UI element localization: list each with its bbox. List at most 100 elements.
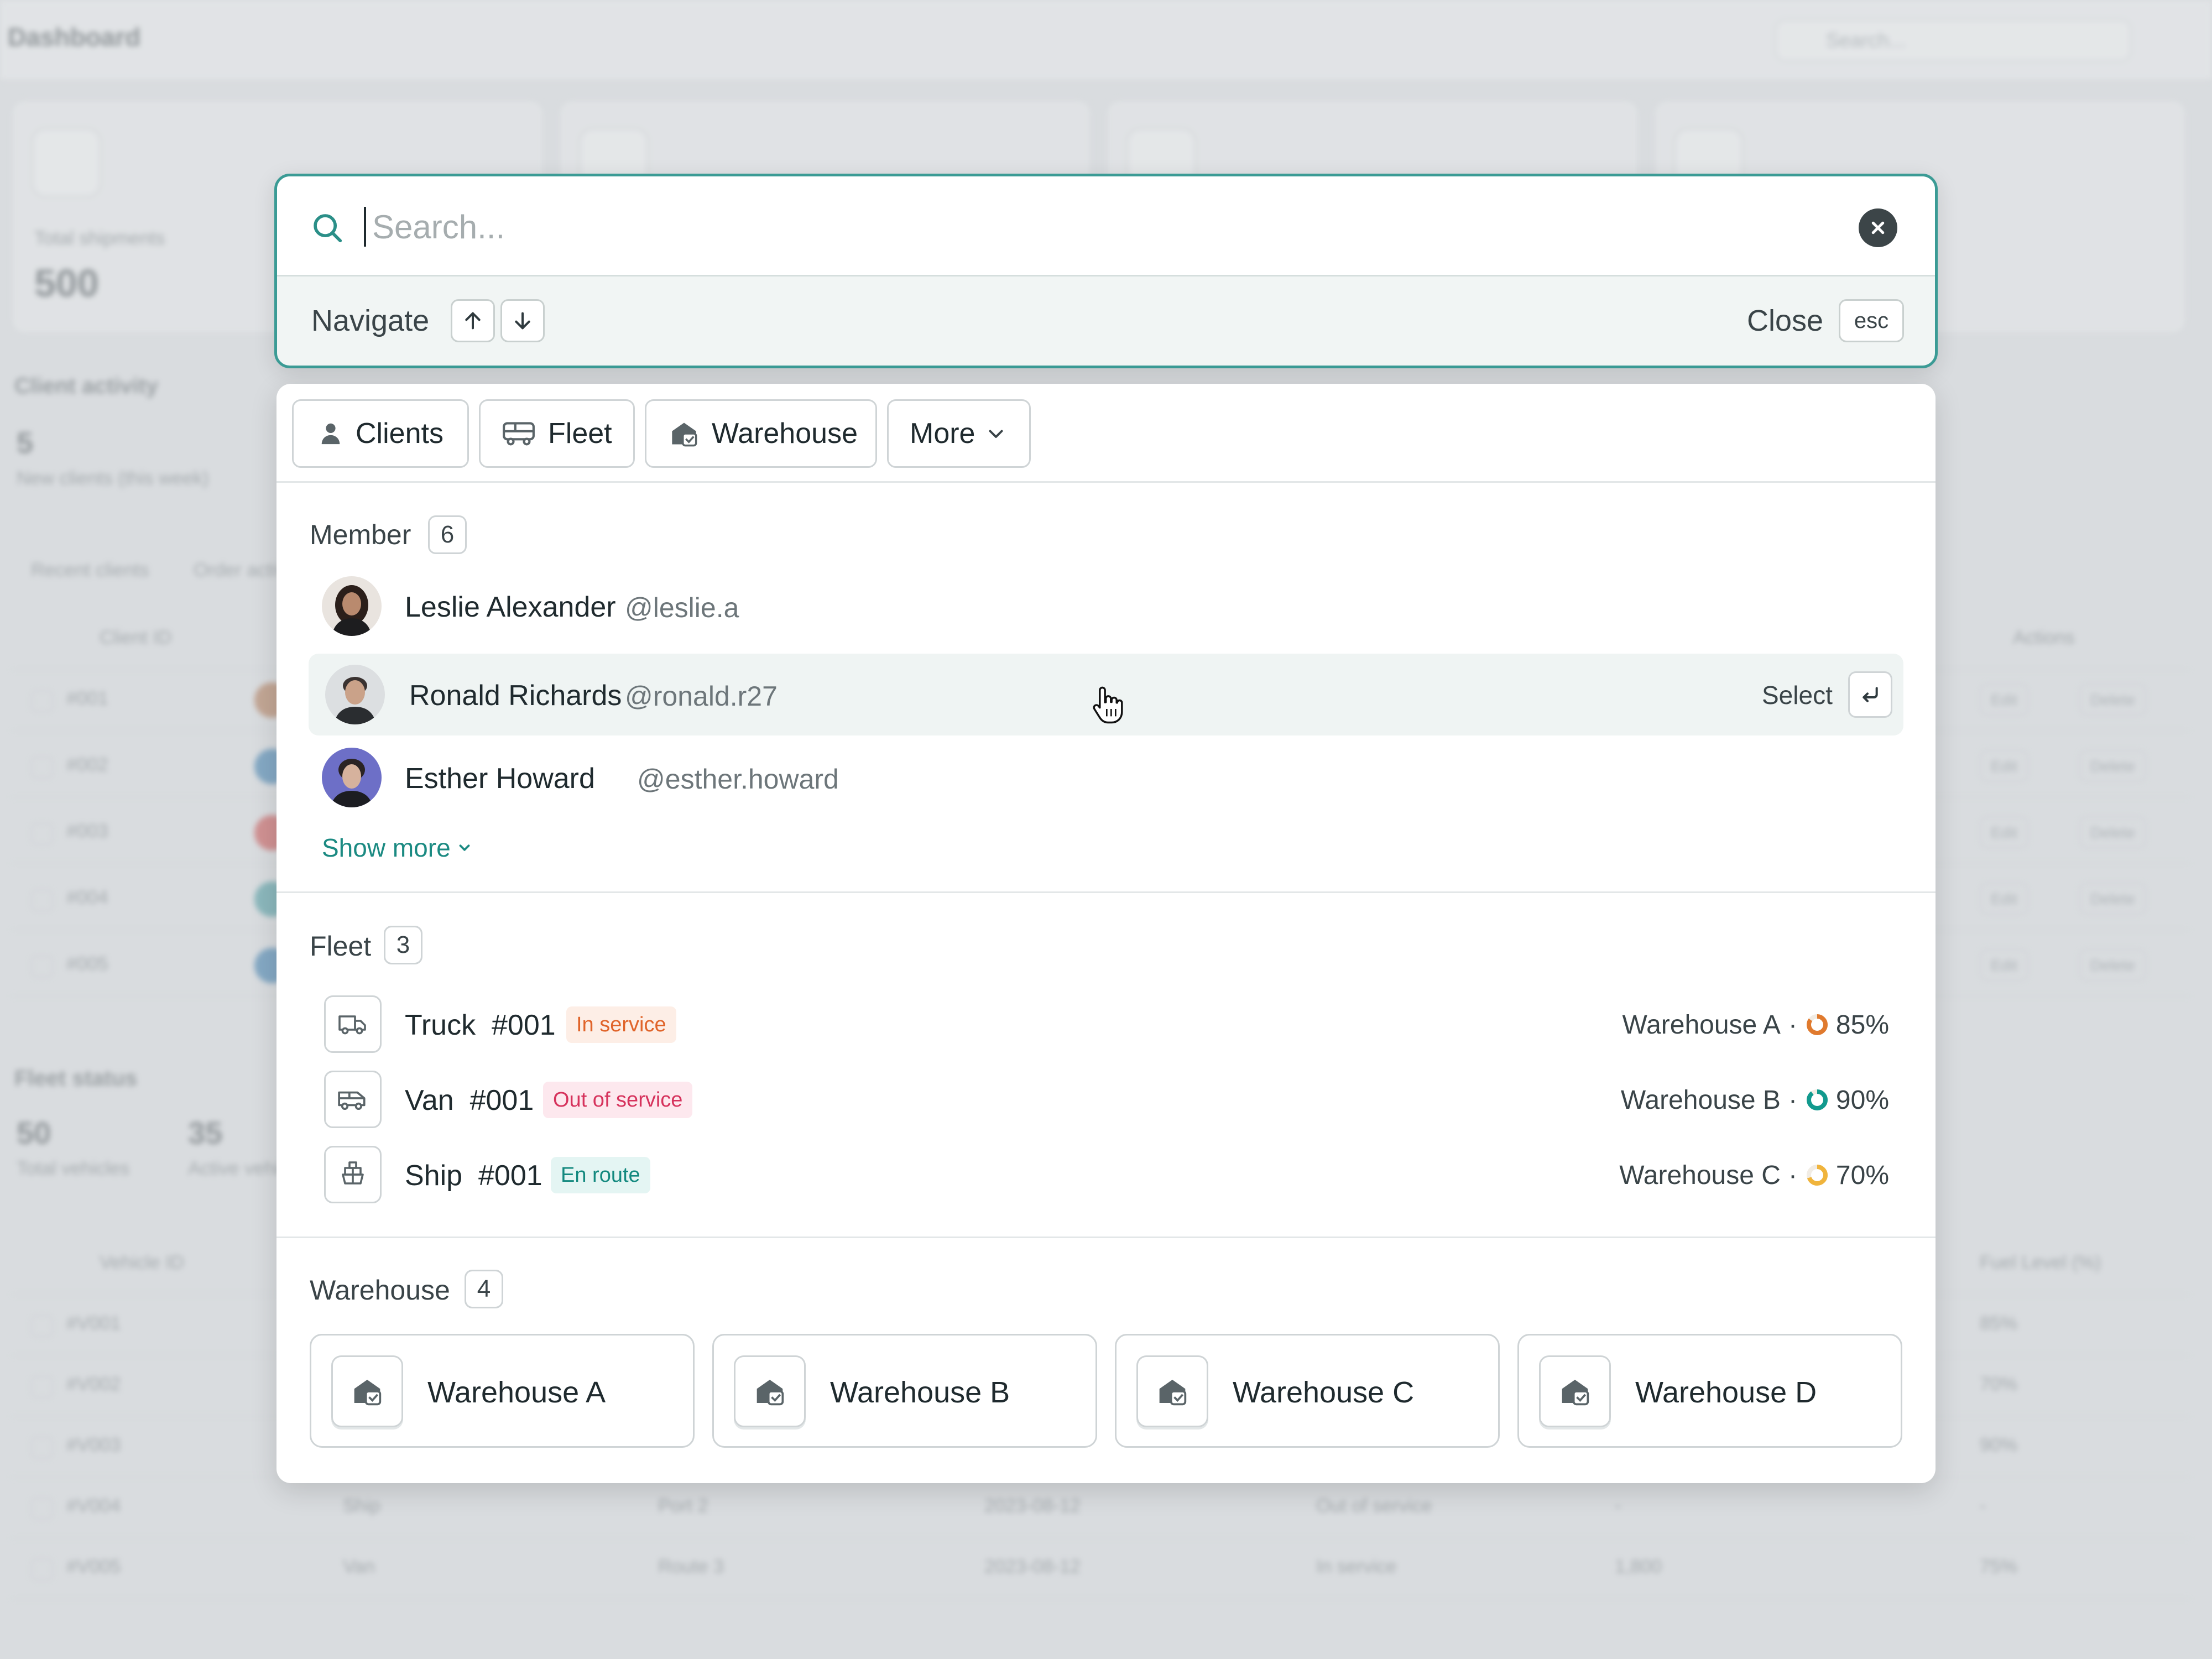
vehicle-id: #V001 <box>66 1313 121 1334</box>
avatar <box>325 665 385 724</box>
vehicle-id: #V005 <box>66 1556 121 1577</box>
esc-key[interactable]: esc <box>1839 299 1904 342</box>
vehicle-type: Van <box>405 1084 454 1117</box>
warehouse-card[interactable]: Warehouse D <box>1517 1334 1902 1448</box>
row-checkbox <box>31 823 53 845</box>
member-row[interactable]: Esther Howard @esther.howard <box>309 737 1903 818</box>
vehicle-type: Truck <box>405 1009 476 1041</box>
fleet-count-badge: 3 <box>384 926 422 964</box>
chevron-down-icon <box>459 844 470 851</box>
fuel-level-header: Fuel Level (%) <box>1980 1252 2101 1273</box>
row-checkbox <box>31 956 53 978</box>
client-id: #003 <box>66 821 108 842</box>
warehouse-icon <box>354 1380 382 1406</box>
delete-button: Delete <box>2079 883 2146 915</box>
vehicle-route: Route 3 <box>658 1556 724 1577</box>
client-id: #004 <box>66 887 108 908</box>
warehouse-icon <box>757 1380 784 1406</box>
box-icon <box>32 128 101 197</box>
status-badge: In service <box>566 1006 676 1043</box>
separator-dot: · <box>1788 1085 1797 1115</box>
filter-more-button[interactable]: More <box>887 399 1031 468</box>
warehouse-icon-box <box>331 1355 403 1427</box>
client-id: #005 <box>66 953 108 974</box>
fuel-level: 70% <box>1980 1374 2018 1395</box>
member-section-title: Member <box>310 519 411 550</box>
enter-key[interactable] <box>1848 671 1892 718</box>
warehouse-icon-box <box>734 1355 806 1427</box>
vehicle-distance: 1,800 <box>1615 1556 1662 1577</box>
total-vehicles-value: 50 <box>17 1115 51 1150</box>
row-checkbox <box>31 1437 53 1459</box>
warehouse-name: Warehouse B <box>1620 1085 1781 1115</box>
fuel-gauge-icon <box>1806 1014 1828 1035</box>
row-checkbox <box>31 1315 53 1337</box>
hand-pointer-cursor-icon <box>1093 686 1123 724</box>
vehicle-id: #001 <box>478 1160 542 1192</box>
fleet-row[interactable]: Van #001 Out of service Warehouse B · 90% <box>276 1065 1936 1134</box>
vehicle-id-header: Vehicle ID <box>100 1252 185 1273</box>
filter-more-label: More <box>910 418 975 450</box>
warehouse-card[interactable]: Warehouse A <box>310 1334 695 1448</box>
vehicle-distance: - <box>1615 1495 1621 1516</box>
truck-icon-box <box>324 995 382 1053</box>
ship-icon <box>342 1161 364 1185</box>
separator-dot: · <box>1788 1160 1797 1190</box>
arrow-down-icon <box>515 312 530 330</box>
stat-label: Total shipments <box>34 228 165 249</box>
filter-warehouse-label: Warehouse <box>712 418 858 450</box>
warehouse-icon-box <box>1539 1355 1611 1427</box>
warehouse-icon-box <box>1136 1355 1208 1427</box>
dashboard-title: Dashboard <box>8 23 141 51</box>
filter-fleet-label: Fleet <box>548 418 612 450</box>
show-more-label: Show more <box>322 833 451 862</box>
clear-search-button[interactable] <box>1859 208 1897 247</box>
new-clients-value: 5 <box>17 426 34 460</box>
bus-icon <box>503 422 535 446</box>
warehouse-icon <box>672 422 697 447</box>
row-checkbox <box>31 757 53 779</box>
member-name: Esther Howard <box>405 763 595 795</box>
divider <box>276 481 1936 483</box>
vehicle-route: Port 2 <box>658 1495 708 1516</box>
fleet-row[interactable]: Ship #001 En route Warehouse C · 70% <box>276 1140 1936 1209</box>
vehicle-date: 2023-08-12 <box>984 1556 1081 1577</box>
fleet-row[interactable]: Truck #001 In service Warehouse A · 85% <box>276 990 1936 1058</box>
show-more-link[interactable]: Show more <box>322 833 473 863</box>
member-row[interactable]: Leslie Alexander @leslie.a <box>309 565 1903 647</box>
fuel-gauge-arc <box>1806 1089 1828 1110</box>
new-clients-label: New clients (this week) <box>17 468 209 489</box>
filter-warehouse-button[interactable]: Warehouse <box>645 399 877 468</box>
fleet-section-title: Fleet <box>310 931 372 962</box>
delete-button: Delete <box>2079 684 2146 716</box>
row-checkbox <box>31 1558 53 1580</box>
delete-button: Delete <box>2079 750 2146 782</box>
warehouse-label: Warehouse B <box>830 1376 1010 1409</box>
close-icon <box>1871 221 1885 234</box>
vehicle-type: Ship <box>343 1495 381 1516</box>
client-id: #001 <box>66 688 108 709</box>
edit-button: Edit <box>1980 684 2029 716</box>
fleet-status-title: Fleet status <box>14 1066 138 1091</box>
filter-clients-button[interactable]: Clients <box>292 399 469 468</box>
warehouse-card[interactable]: Warehouse B <box>712 1334 1097 1448</box>
warehouse-card[interactable]: Warehouse C <box>1115 1334 1500 1448</box>
member-name: Leslie Alexander <box>405 591 616 623</box>
member-handle: @ronald.r27 <box>625 681 778 712</box>
row-checkbox <box>31 889 53 911</box>
vehicle-row: #V005 75% Van Route 3 2023-08-12 In service 1,… <box>11 1537 2190 1599</box>
edit-button: Edit <box>1980 949 2029 981</box>
warehouse-label: Warehouse A <box>427 1376 606 1409</box>
member-handle: @esther.howard <box>637 764 839 795</box>
divider <box>276 1237 1936 1238</box>
status-badge: Out of service <box>543 1082 693 1118</box>
separator-dot: · <box>1788 1010 1797 1040</box>
vehicle-type: Ship <box>405 1160 463 1192</box>
fuel-level: 85% <box>1835 1010 1889 1040</box>
warehouse-section-title: Warehouse <box>310 1275 450 1306</box>
member-name: Ronald Richards <box>409 680 622 712</box>
search-input[interactable] <box>371 199 1811 255</box>
tab-recent-clients: Recent clients <box>31 560 149 581</box>
filter-fleet-button[interactable]: Fleet <box>479 399 635 468</box>
user-icon <box>321 423 340 445</box>
